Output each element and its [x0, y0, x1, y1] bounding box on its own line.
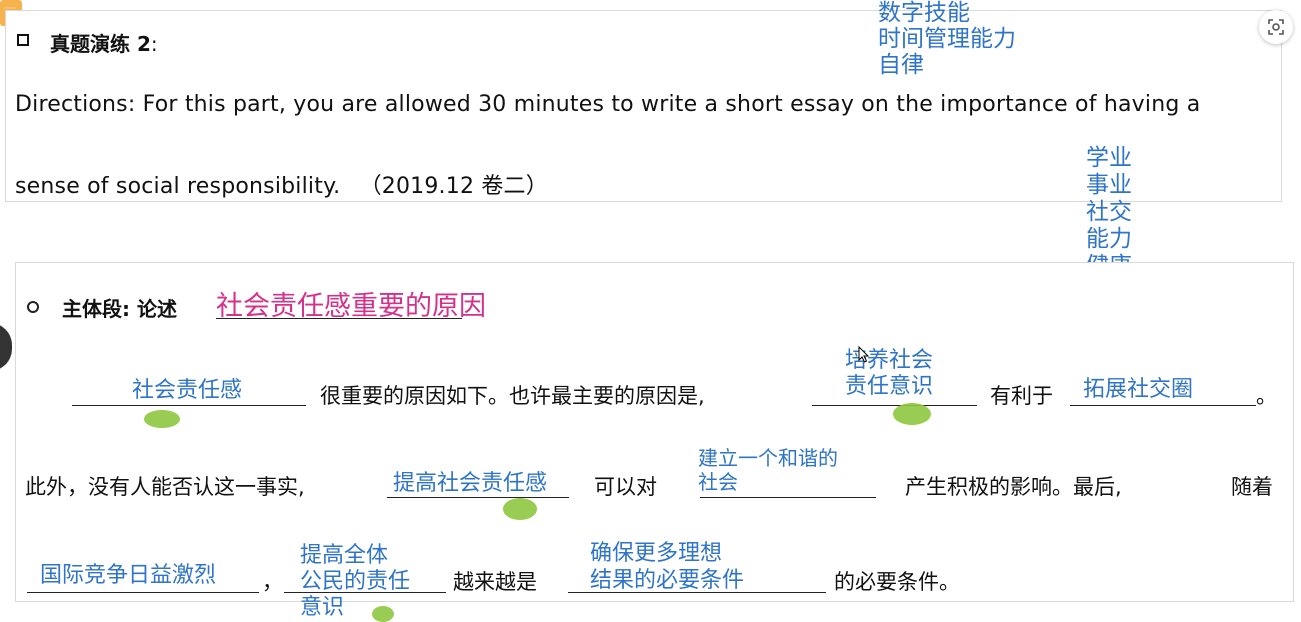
- note-line: 数字技能: [878, 0, 970, 26]
- directions-text: sense of social responsibility.: [15, 174, 341, 199]
- question-colon: :: [150, 32, 158, 56]
- question-title: 真题演练 2:: [50, 28, 158, 57]
- line2-text-4: 随着: [1231, 475, 1273, 499]
- green-mark: [893, 403, 931, 425]
- notes-top: 数字技能 时间管理能力 自律: [878, 0, 1016, 78]
- note-line: 时间管理能力: [878, 26, 1016, 52]
- line2-text-2: 可以对: [594, 475, 657, 499]
- fill-line3-1: 国际竞争日益激烈: [40, 563, 217, 588]
- bullet-icon: [27, 301, 39, 313]
- line1-text-2: 有利于: [990, 384, 1053, 408]
- question-label: 真题演练 2: [50, 32, 151, 56]
- blank-4: [387, 497, 569, 498]
- blank-2: [812, 405, 977, 406]
- fill-line3-2c: 意识: [300, 595, 345, 620]
- blank-3: [1070, 405, 1256, 406]
- checkbox-icon: [17, 34, 29, 46]
- scan-icon: [1268, 19, 1284, 35]
- green-mark: [144, 410, 180, 428]
- blank-6: [27, 592, 259, 593]
- directions-line-2: sense of social responsibility. （2019.12…: [15, 168, 548, 200]
- fill-line3-3: 确保更多理想 结果的必要条件: [590, 540, 744, 594]
- note-line: 能力: [1086, 226, 1132, 252]
- fill-line3-2a: 提高全体: [300, 543, 389, 568]
- note-line: 自律: [878, 52, 924, 78]
- fill-line3-3a: 确保更多理想: [590, 541, 723, 566]
- fill-line1-2b: 责任意识: [845, 374, 934, 399]
- note-line: 社交: [1086, 199, 1132, 225]
- line2-text-1: 此外，没有人能否认这一事实,: [25, 475, 305, 499]
- note-line: 学业: [1086, 145, 1132, 171]
- line2-text-3: 产生积极的影响。最后,: [905, 475, 1122, 499]
- fill-line3-2b: 公民的责任: [300, 569, 411, 594]
- line3-text-1: 越来越是: [453, 570, 537, 594]
- fill-line1-3: 拓展社交圈: [1083, 377, 1194, 402]
- body-heading: 主体段: 论述: [62, 297, 177, 321]
- line3-comma: ，: [262, 570, 283, 594]
- source-label: （2019.12 卷二）: [359, 174, 548, 199]
- blank-1: [72, 405, 306, 406]
- fill-line3-2: 提高全体 公民的责任 意识: [300, 543, 410, 621]
- fill-line1-1: 社会责任感: [132, 378, 243, 403]
- green-mark: [503, 498, 537, 520]
- line1-end: 。: [1256, 384, 1277, 408]
- fill-line3-3b: 结果的必要条件: [590, 568, 745, 593]
- fill-line2-2: 建立一个和谐的 社会: [698, 446, 838, 494]
- note-line: 事业: [1086, 172, 1132, 198]
- fill-line2-1: 提高社会责任感: [393, 471, 548, 496]
- line3-text-2: 的必要条件。: [834, 570, 960, 594]
- scan-button[interactable]: [1259, 10, 1293, 44]
- heading-handwritten: 社会责任感重要的原因: [216, 291, 486, 322]
- fill-line2-2b: 社会: [698, 470, 738, 494]
- fill-line2-2a: 建立一个和谐的: [698, 446, 838, 470]
- side-panel-toggle[interactable]: [0, 323, 12, 371]
- cursor-icon: [858, 346, 870, 363]
- line1-text-1: 很重要的原因如下。也许最主要的原因是,: [320, 384, 705, 408]
- notes-right: 学业 事业 社交 能力 健康: [1086, 145, 1132, 280]
- directions-line-1: Directions: For this part, you are allow…: [15, 92, 1201, 117]
- blank-5: [700, 497, 876, 498]
